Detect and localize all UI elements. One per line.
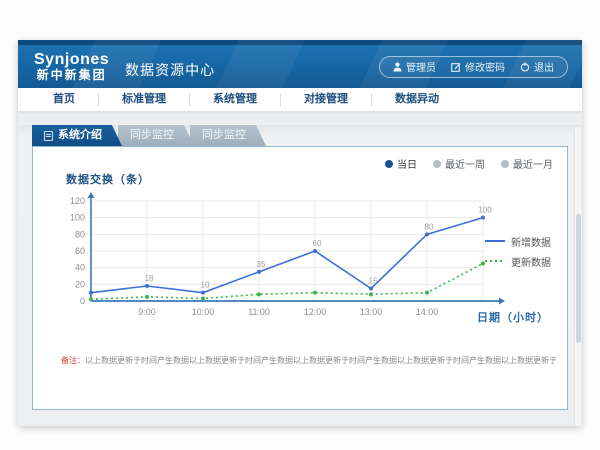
change-password-label: 修改密码 <box>465 59 505 74</box>
tab-bar: 系统介绍 同步监控 同步监控 <box>32 125 582 146</box>
edit-icon <box>451 62 461 72</box>
legend-item-2: 更新数据 <box>485 251 551 271</box>
change-password-button[interactable]: 修改密码 <box>451 59 505 74</box>
x-axis-title: 日期（小时） <box>477 309 549 325</box>
legend-swatch <box>485 238 505 244</box>
legend-item-1: 新增数据 <box>485 231 551 251</box>
svg-text:60: 60 <box>75 246 85 256</box>
svg-text:40: 40 <box>75 263 85 273</box>
svg-text:9:00: 9:00 <box>138 307 156 317</box>
page-title: 数据资源中心 <box>125 54 215 80</box>
svg-text:11:00: 11:00 <box>248 307 270 317</box>
user-menu[interactable]: 管理员 <box>393 59 436 74</box>
tab-2[interactable]: 同步监控 <box>118 125 194 146</box>
svg-text:18: 18 <box>145 274 154 283</box>
footnote-prefix: 备注： <box>61 356 85 365</box>
scrollbar-thumb[interactable] <box>576 214 581 344</box>
svg-text:100: 100 <box>70 213 85 223</box>
power-icon <box>520 62 530 72</box>
svg-text:120: 120 <box>70 196 85 206</box>
content-area: 系统介绍 同步监控 同步监控 当日 最近一周 最近一月 数据交换（条） 0 20 40 60 8… <box>18 125 582 426</box>
scrollbar[interactable] <box>574 127 581 426</box>
radio-option-3[interactable]: 最近一月 <box>501 156 553 171</box>
user-toolbar: 管理员 修改密码 退出 <box>379 56 568 78</box>
range-filter: 当日 最近一周 最近一月 <box>385 156 553 171</box>
user-icon <box>393 62 402 72</box>
svg-text:100: 100 <box>478 206 492 215</box>
radio-label: 最近一月 <box>513 156 553 171</box>
legend-swatch <box>485 258 505 264</box>
chart-legend: 新增数据更新数据 <box>485 231 551 271</box>
radio-option-2[interactable]: 最近一周 <box>433 156 485 171</box>
tab-label: 系统介绍 <box>58 125 102 146</box>
nav-item-1[interactable]: 首页 <box>30 93 99 106</box>
svg-text:35: 35 <box>257 260 266 269</box>
svg-text:13:00: 13:00 <box>360 307 383 317</box>
radio-option-1[interactable]: 当日 <box>385 156 417 171</box>
tab-label: 同步监控 <box>130 125 174 146</box>
radio-dot <box>501 160 509 168</box>
page: Synjones 新中新集团 数据资源中心 管理员 修改密码 <box>0 0 600 450</box>
radio-dot <box>433 160 441 168</box>
svg-text:80: 80 <box>75 229 85 239</box>
document-icon <box>44 131 53 141</box>
tab-label: 同步监控 <box>202 125 246 146</box>
brand-logo-en: Synjones <box>34 52 109 69</box>
brand-logo[interactable]: Synjones 新中新集团 <box>34 52 109 81</box>
tab-1[interactable]: 系统介绍 <box>32 125 122 146</box>
svg-text:12:00: 12:00 <box>304 307 327 317</box>
brand-logo-cn: 新中新集团 <box>34 69 109 82</box>
nav-item-4[interactable]: 对接管理 <box>281 93 372 106</box>
legend-label: 新增数据 <box>511 234 551 249</box>
logout-label: 退出 <box>534 59 554 74</box>
svg-text:0: 0 <box>80 296 85 306</box>
svg-text:10:00: 10:00 <box>192 307 215 317</box>
app-window: Synjones 新中新集团 数据资源中心 管理员 修改密码 <box>18 40 582 426</box>
footnote-text: 以上数据更新于时间产生数据以上数据更新于时间产生数据以上数据更新于时间产生数据以… <box>85 356 557 365</box>
footnote: 备注：以上数据更新于时间产生数据以上数据更新于时间产生数据以上数据更新于时间产生… <box>61 355 557 366</box>
svg-text:14:00: 14:00 <box>416 307 439 317</box>
y-axis-title: 数据交换（条） <box>66 171 150 187</box>
line-chart: 0 20 40 60 80 100 120 9:00 10:00 11:00 12:00 13:00 1… <box>53 189 509 327</box>
svg-text:10: 10 <box>201 281 210 290</box>
radio-label: 当日 <box>397 156 417 171</box>
radio-label: 最近一周 <box>445 156 485 171</box>
svg-text:80: 80 <box>425 222 434 231</box>
nav-item-2[interactable]: 标准管理 <box>99 93 190 106</box>
svg-text:15: 15 <box>369 277 378 286</box>
logout-button[interactable]: 退出 <box>520 59 554 74</box>
main-nav: 首页标准管理系统管理对接管理数据异动 <box>18 88 582 112</box>
svg-text:60: 60 <box>313 239 322 248</box>
nav-item-5[interactable]: 数据异动 <box>372 93 462 106</box>
nav-item-3[interactable]: 系统管理 <box>190 93 281 106</box>
chart-panel: 当日 最近一周 最近一月 数据交换（条） 0 20 40 60 80 100 120 9:00 10… <box>32 146 568 410</box>
user-name-label: 管理员 <box>406 59 436 74</box>
legend-label: 更新数据 <box>511 254 551 269</box>
radio-dot <box>385 160 393 168</box>
tab-3[interactable]: 同步监控 <box>190 125 266 146</box>
svg-text:20: 20 <box>75 279 85 289</box>
app-header: Synjones 新中新集团 数据资源中心 管理员 修改密码 <box>18 40 582 88</box>
